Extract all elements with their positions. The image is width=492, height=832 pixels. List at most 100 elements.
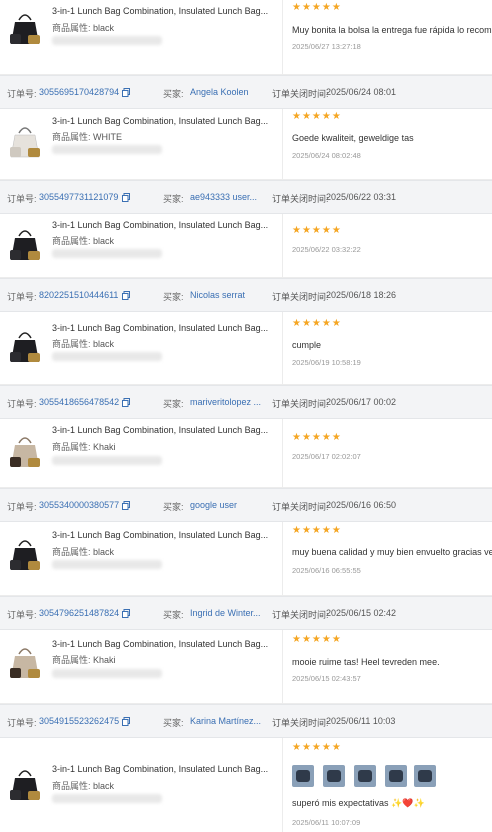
lunch-bag-thumbnail[interactable]	[8, 534, 42, 574]
review-photo[interactable]	[323, 765, 345, 787]
review-photo[interactable]	[292, 765, 314, 787]
order-header: 订单号: 3054915523262475 买家: Karina Martíne…	[0, 704, 492, 738]
review-photo[interactable]	[414, 765, 436, 787]
copy-icon[interactable]	[122, 717, 130, 726]
buyer-name-link[interactable]: ae943333 user...	[190, 192, 257, 202]
review-time: 2025/06/17 02:02:07	[292, 452, 361, 461]
redacted-info	[52, 794, 162, 803]
review-photo[interactable]	[385, 765, 407, 787]
order-number-label: 订单号:	[7, 610, 37, 620]
product-title[interactable]: 3-in-1 Lunch Bag Combination, Insulated …	[52, 425, 270, 435]
attribute-label: 商品属性:	[52, 781, 91, 791]
lunch-bag-thumbnail[interactable]	[8, 431, 42, 471]
attribute-value: WHITE	[93, 132, 123, 142]
review-time: 2025/06/11 10:07:09	[292, 818, 361, 827]
copy-icon[interactable]	[122, 609, 130, 618]
lunch-bag-thumbnail[interactable]	[8, 642, 42, 682]
product-title[interactable]: 3-in-1 Lunch Bag Combination, Insulated …	[52, 323, 270, 333]
copy-icon[interactable]	[122, 193, 130, 202]
buyer-name-link[interactable]: Karina Martínez...	[190, 716, 261, 726]
order-number-link[interactable]: 8202251510444611	[39, 290, 118, 300]
copy-icon[interactable]	[122, 88, 130, 97]
closed-time-value: 2025/06/15 02:42	[326, 608, 397, 618]
attribute-value: black	[93, 236, 115, 246]
order-header: 订单号: 3055695170428794 买家: Angela Koolen …	[0, 75, 492, 109]
buyer-name-link[interactable]: mariveritolopez ...	[190, 397, 261, 407]
order-number-link[interactable]: 3054796251487824	[39, 608, 119, 618]
order-header: 订单号: 3055418656478542 买家: mariveritolope…	[0, 385, 492, 419]
buyer-label: 买家:	[163, 194, 184, 204]
lunch-bag-thumbnail[interactable]	[8, 224, 42, 264]
rating-stars: ★★★★★	[292, 525, 342, 536]
column-divider	[282, 522, 283, 596]
review-text-body: superó mis expectativas	[292, 798, 389, 808]
order-body: 3-in-1 Lunch Bag Combination, Insulated …	[0, 522, 492, 596]
lunch-bag-thumbnail[interactable]	[8, 121, 42, 161]
lunch-bag-thumbnail[interactable]	[8, 8, 42, 48]
rating-stars: ★★★★★	[292, 432, 342, 443]
order-number-label: 订单号:	[7, 194, 37, 204]
review-text: mooie ruime tas! Heel tevreden mee.	[292, 657, 440, 667]
order-body: 3-in-1 Lunch Bag Combination, Insulated …	[0, 419, 492, 488]
copy-icon[interactable]	[122, 398, 130, 407]
product-title[interactable]: 3-in-1 Lunch Bag Combination, Insulated …	[52, 530, 270, 540]
product-attribute: 商品属性: black	[52, 21, 114, 34]
product-attribute: 商品属性: Khaki	[52, 653, 116, 666]
attribute-label: 商品属性:	[52, 339, 91, 349]
product-title[interactable]: 3-in-1 Lunch Bag Combination, Insulated …	[52, 764, 270, 774]
product-attribute: 商品属性: black	[52, 779, 114, 792]
order-number-link[interactable]: 3054915523262475	[39, 716, 119, 726]
buyer-label: 买家:	[163, 718, 184, 728]
attribute-label: 商品属性:	[52, 547, 91, 557]
attribute-label: 商品属性:	[52, 442, 91, 452]
review-text: Muy bonita la bolsa la entrega fue rápid…	[292, 25, 492, 35]
product-title[interactable]: 3-in-1 Lunch Bag Combination, Insulated …	[52, 116, 270, 126]
buyer-name-link[interactable]: Ingrid de Winter...	[190, 608, 261, 618]
column-divider	[282, 214, 283, 278]
review-text: Goede kwaliteit, geweldige tas	[292, 133, 414, 143]
rating-stars: ★★★★★	[292, 318, 342, 329]
attribute-label: 商品属性:	[52, 655, 91, 665]
order-number-link[interactable]: 3055418656478542	[39, 397, 119, 407]
order-number-link[interactable]: 3055695170428794	[39, 87, 119, 97]
attribute-value: Khaki	[93, 655, 116, 665]
rating-stars: ★★★★★	[292, 2, 342, 13]
redacted-info	[52, 352, 162, 361]
order-number-label: 订单号:	[7, 292, 37, 302]
buyer-name-link[interactable]: Angela Koolen	[190, 87, 249, 97]
order-header: 订单号: 8202251510444611 买家: Nicolas serrat…	[0, 278, 492, 312]
copy-icon[interactable]	[122, 501, 130, 510]
lunch-bag-thumbnail[interactable]	[8, 326, 42, 366]
buyer-label: 买家:	[163, 292, 184, 302]
buyer-name-link[interactable]: Nicolas serrat	[190, 290, 245, 300]
order-number-link[interactable]: 3055497731121079	[39, 192, 118, 202]
attribute-value: black	[93, 339, 115, 349]
attribute-value: black	[93, 547, 115, 557]
review-time: 2025/06/19 10:58:19	[292, 358, 361, 367]
closed-time-label: 订单关闭时间:	[272, 399, 329, 409]
closed-time-value: 2025/06/16 06:50	[326, 500, 397, 510]
column-divider	[282, 738, 283, 832]
order-body: 3-in-1 Lunch Bag Combination, Insulated …	[0, 738, 492, 832]
review-text: muy buena calidad y muy bien envuelto gr…	[292, 547, 492, 557]
review-photo[interactable]	[354, 765, 376, 787]
order-number-label: 订单号:	[7, 89, 37, 99]
product-title[interactable]: 3-in-1 Lunch Bag Combination, Insulated …	[52, 220, 270, 230]
order-review-list: 3-in-1 Lunch Bag Combination, Insulated …	[0, 0, 492, 832]
product-title[interactable]: 3-in-1 Lunch Bag Combination, Insulated …	[52, 6, 270, 16]
copy-icon[interactable]	[122, 291, 130, 300]
closed-time-label: 订单关闭时间:	[272, 89, 329, 99]
lunch-bag-thumbnail[interactable]	[8, 764, 42, 804]
closed-time-label: 订单关闭时间:	[272, 610, 329, 620]
closed-time-value: 2025/06/18 18:26	[326, 290, 397, 300]
product-title[interactable]: 3-in-1 Lunch Bag Combination, Insulated …	[52, 639, 270, 649]
order-body-partial: 3-in-1 Lunch Bag Combination, Insulated …	[0, 0, 492, 75]
review-time: 2025/06/15 02:43:57	[292, 674, 361, 683]
order-number-link[interactable]: 3055340000380577	[39, 500, 119, 510]
redacted-info	[52, 249, 162, 258]
redacted-info	[52, 560, 162, 569]
rating-stars: ★★★★★	[292, 111, 342, 122]
closed-time-label: 订单关闭时间:	[272, 292, 329, 302]
buyer-name-link[interactable]: google user	[190, 500, 237, 510]
product-attribute: 商品属性: black	[52, 337, 114, 350]
